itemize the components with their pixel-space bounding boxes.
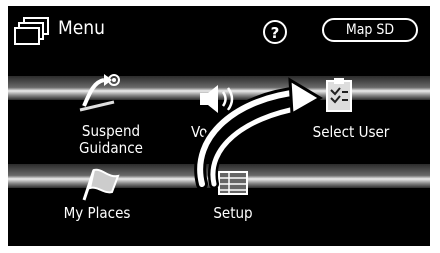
flag-icon xyxy=(82,168,120,201)
my-places-label: My Places xyxy=(63,204,131,222)
menu-windows-icon xyxy=(14,17,49,45)
suspend-guidance-button[interactable]: Suspend Guidance xyxy=(66,72,156,162)
page-title: Menu xyxy=(58,17,105,39)
suspend-guidance-icon xyxy=(79,74,120,112)
setup-label: Setup xyxy=(213,204,253,222)
navigation-screen: Menu ? Map SD Suspend Guidance Vo Select… xyxy=(8,6,430,246)
help-button[interactable]: ? xyxy=(263,20,287,44)
help-label: ? xyxy=(270,24,280,42)
my-places-button[interactable]: My Places xyxy=(64,158,154,238)
map-sd-label: Map SD xyxy=(345,22,395,38)
map-sd-button[interactable]: Map SD xyxy=(322,18,418,42)
curved-arrow-icon xyxy=(194,77,323,190)
suspend-guidance-label: Suspend Guidance xyxy=(79,122,143,157)
